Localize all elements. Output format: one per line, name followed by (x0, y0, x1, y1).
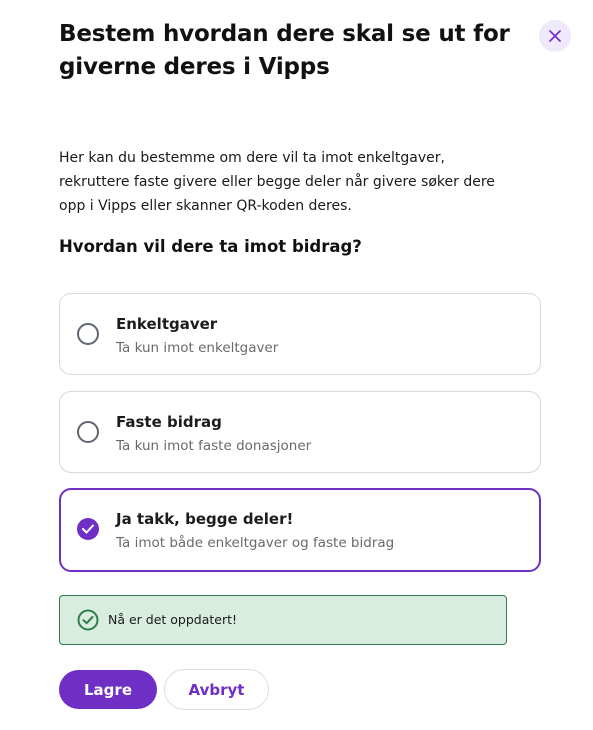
dialog-title: Bestem hvordan dere skal se ut for giver… (59, 21, 510, 80)
option-subtitle: Ta kun imot enkeltgaver (116, 340, 279, 356)
checkmark-icon (82, 524, 94, 534)
option-title: Ja takk, begge deler! (116, 510, 294, 528)
save-button[interactable]: Lagre (59, 670, 157, 709)
option-subtitle: Ta kun imot faste donasjoner (116, 438, 312, 454)
radio-button[interactable] (77, 421, 99, 443)
close-icon (549, 30, 561, 42)
question-heading: Hvordan vil dere ta imot bidrag? (59, 237, 362, 256)
option-begge-deler[interactable]: Ja takk, begge deler! Ta imot både enkel… (59, 488, 541, 572)
option-title: Enkeltgaver (116, 315, 218, 333)
intro-text: Her kan du bestemme om dere vil ta imot … (59, 150, 495, 214)
option-faste-bidrag[interactable]: Faste bidrag Ta kun imot faste donasjone… (59, 391, 541, 473)
option-title: Faste bidrag (116, 413, 222, 431)
option-enkeltgaver[interactable]: Enkeltgaver Ta kun imot enkeltgaver (59, 293, 541, 375)
option-subtitle: Ta imot både enkeltgaver og faste bidrag (116, 535, 395, 551)
radio-button-checked[interactable] (77, 518, 99, 540)
cancel-button[interactable]: Avbryt (164, 669, 269, 710)
close-button[interactable] (539, 20, 571, 52)
alert-text: Nå er det oppdatert! (108, 612, 238, 627)
check-circle-icon (77, 609, 99, 631)
radio-button[interactable] (77, 323, 99, 345)
success-alert: Nå er det oppdatert! (59, 595, 507, 645)
